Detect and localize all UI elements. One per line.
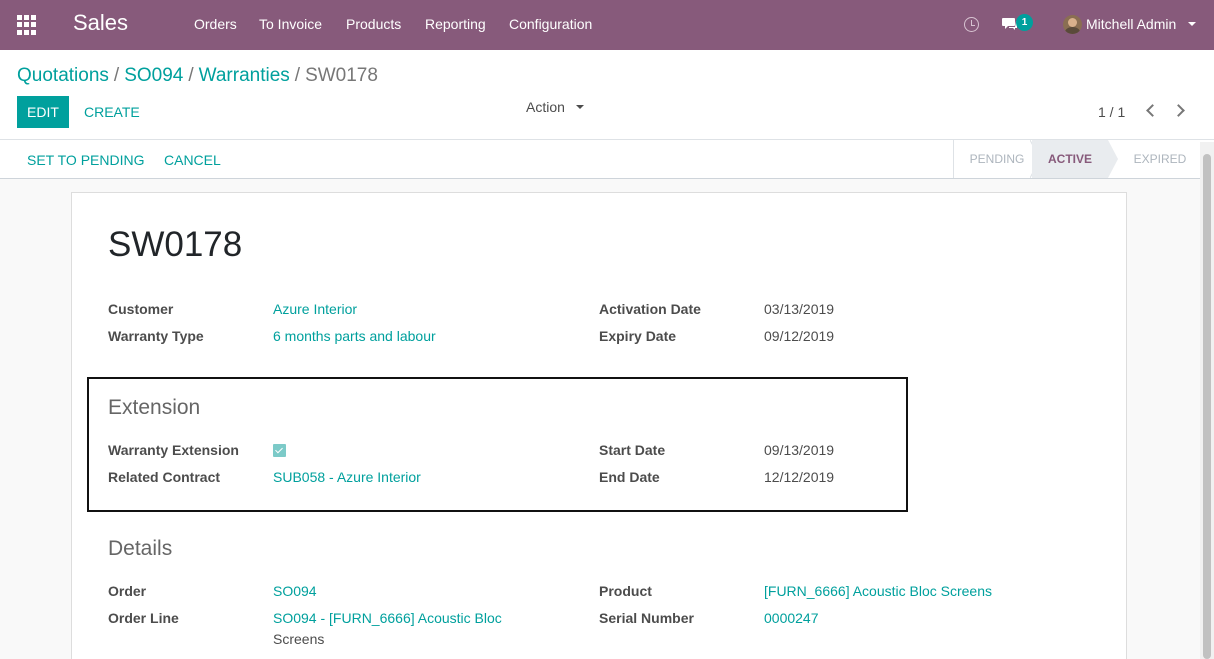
action-caret-icon[interactable] (576, 105, 584, 109)
end-date-label: End Date (599, 469, 660, 485)
stage-indicator: PENDING ACTIVE EXPIRED (953, 140, 1186, 178)
related-contract-label: Related Contract (108, 469, 221, 485)
stage-pending[interactable]: PENDING (954, 140, 1040, 178)
start-date-label: Start Date (599, 442, 666, 458)
order-line-label: Order Line (108, 610, 179, 626)
menu-products[interactable]: Products (346, 16, 401, 32)
extension-section-title: Extension (108, 396, 201, 419)
set-to-pending-button[interactable]: SET TO PENDING (27, 152, 144, 168)
menu-orders[interactable]: Orders (194, 16, 237, 32)
start-date-value: 09/13/2019 (764, 442, 835, 458)
breadcrumb-separator: / (113, 65, 120, 86)
activity-clock-icon[interactable] (964, 17, 979, 32)
activation-date-value: 03/13/2019 (764, 301, 835, 317)
breadcrumb: Quotations / SO094/Warranties / SW0178 (17, 65, 378, 87)
customer-link[interactable]: Azure Interior (273, 301, 357, 317)
expiry-date-label: Expiry Date (599, 328, 677, 344)
chevron-left-icon[interactable] (1145, 105, 1155, 115)
warranty-type-label: Warranty Type (108, 328, 204, 344)
chevron-right-icon[interactable] (1175, 105, 1185, 115)
edit-button[interactable]: EDIT (17, 96, 69, 128)
control-panel: Quotations / SO094/Warranties / SW0178 EDIT … (0, 50, 1214, 140)
menu-reporting[interactable]: Reporting (425, 16, 486, 32)
related-contract-link[interactable]: SUB058 - Azure Interior (273, 469, 421, 485)
breadcrumb-quotations[interactable]: Quotations (17, 65, 109, 86)
cancel-button[interactable]: CANCEL (164, 152, 221, 168)
warranty-type-link[interactable]: 6 months parts and labour (273, 328, 436, 344)
warranty-extension-label: Warranty Extension (108, 442, 239, 458)
menu-to-invoice[interactable]: To Invoice (259, 16, 322, 32)
serial-number-label: Serial Number (599, 610, 694, 626)
user-menu[interactable]: Mitchell Admin (1086, 16, 1176, 32)
chat-count-badge: 1 (1016, 14, 1033, 31)
user-caret-icon[interactable] (1188, 22, 1196, 26)
expiry-date-value: 09/12/2019 (764, 328, 835, 344)
order-line-link[interactable]: SO094 - [FURN_6666] Acoustic Bloc (273, 610, 502, 626)
app-brand[interactable]: Sales (73, 10, 128, 36)
breadcrumb-warranties[interactable]: Warranties (199, 65, 290, 86)
user-avatar[interactable] (1063, 15, 1082, 34)
order-line-continuation: Screens (273, 631, 325, 647)
warranty-extension-checkbox[interactable] (273, 444, 286, 457)
record-title: SW0178 (108, 225, 243, 264)
scrollbar[interactable] (1200, 142, 1214, 659)
stage-active[interactable]: ACTIVE (1032, 140, 1118, 178)
order-link[interactable]: SO094 (273, 583, 317, 599)
breadcrumb-separator: / (188, 65, 194, 86)
apps-menu-icon[interactable] (17, 15, 37, 35)
stage-expired[interactable]: EXPIRED (1120, 140, 1200, 178)
breadcrumb-so094[interactable]: SO094 (124, 65, 183, 86)
serial-number-link[interactable]: 0000247 (764, 610, 819, 626)
order-label: Order (108, 583, 147, 599)
scrollbar-thumb[interactable] (1203, 154, 1211, 659)
product-label: Product (599, 583, 652, 599)
form-sheet: SW0178 Customer Azure Interior Warranty … (71, 192, 1127, 659)
create-button[interactable]: CREATE (84, 104, 140, 120)
customer-label: Customer (108, 301, 174, 317)
breadcrumb-current: SW0178 (305, 65, 378, 86)
pager-value[interactable]: 1 / 1 (1098, 104, 1125, 120)
product-link[interactable]: [FURN_6666] Acoustic Bloc Screens (764, 583, 992, 599)
status-bar: SET TO PENDING CANCEL PENDING ACTIVE EXP… (0, 140, 1214, 179)
activation-date-label: Activation Date (599, 301, 701, 317)
action-dropdown[interactable]: Action (526, 99, 565, 115)
breadcrumb-separator: / (294, 65, 301, 86)
end-date-value: 12/12/2019 (764, 469, 835, 485)
details-section-title: Details (108, 537, 173, 560)
top-navbar: Sales Orders To Invoice Products Reporti… (0, 0, 1214, 50)
menu-configuration[interactable]: Configuration (509, 16, 592, 32)
